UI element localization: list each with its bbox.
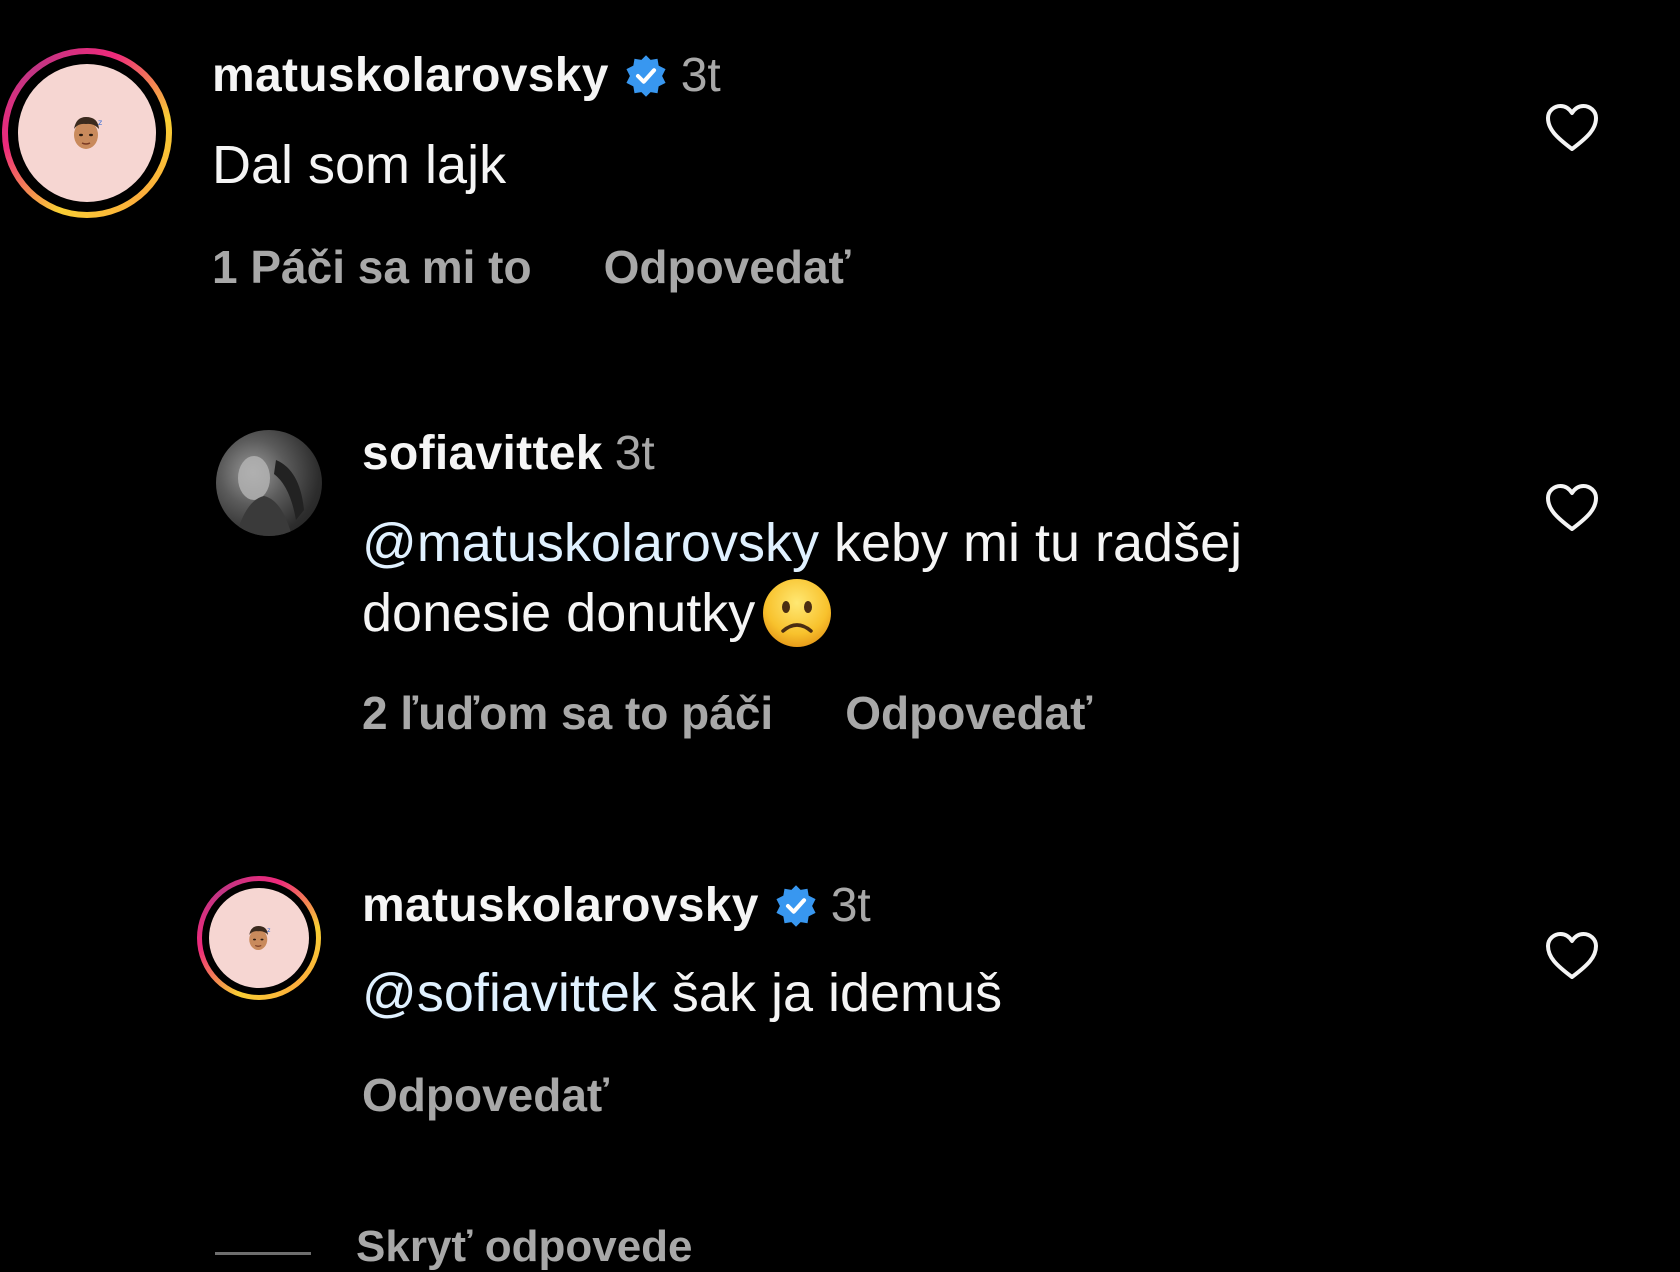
heart-outline-icon[interactable] [1544, 930, 1600, 982]
heart-outline-icon[interactable] [1544, 102, 1600, 154]
hide-replies-button[interactable]: Skryť odpovede [356, 1222, 693, 1272]
confused-face-icon [763, 578, 832, 647]
comment-text-line2-row: donesie donutky [362, 578, 833, 649]
replies-divider [215, 1252, 311, 1255]
memoji-avatar-icon: z [74, 117, 102, 149]
reply-button[interactable]: Odpovedať [604, 240, 851, 294]
comment-timestamp: 3t [680, 49, 721, 102]
comment-username[interactable]: sofiavittek [362, 426, 603, 481]
comment-text: Dal som lajk [212, 135, 507, 195]
comment-text-line2: donesie donutky [362, 583, 756, 643]
comment-username[interactable]: matuskolarovsky [362, 878, 759, 933]
reply-button[interactable]: Odpovedať [845, 686, 1092, 740]
memoji-avatar-icon: z [249, 926, 270, 950]
verified-badge-icon [626, 54, 666, 97]
likes-count[interactable]: 1 Páči sa mi to [212, 240, 532, 294]
svg-text:z: z [267, 927, 270, 934]
avatar[interactable]: z [2, 48, 172, 218]
comment-username[interactable]: matuskolarovsky [212, 48, 609, 103]
likes-count[interactable]: 2 ľuďom sa to páči [362, 686, 773, 740]
comment-text: @sofiavittek šak ja idemuš [362, 958, 1002, 1028]
mention-link[interactable]: @sofiavittek [362, 963, 657, 1023]
svg-text:z: z [98, 118, 102, 127]
mention-link[interactable]: @matuskolarovsky [362, 513, 819, 573]
heart-outline-icon[interactable] [1544, 482, 1600, 534]
avatar[interactable]: z [197, 876, 321, 1000]
avatar[interactable] [216, 430, 322, 536]
comment-text-line1: keby mi tu radšej [818, 513, 1243, 573]
reply-button[interactable]: Odpovedať [362, 1068, 609, 1122]
comment-text-body: šak ja idemuš [656, 963, 1003, 1023]
verified-badge-icon [776, 884, 816, 927]
comment-timestamp: 3t [830, 879, 871, 932]
comment-timestamp: 3t [614, 427, 655, 480]
comment-text: @matuskolarovsky keby mi tu radšej [362, 508, 1242, 578]
profile-photo-icon [236, 456, 304, 536]
